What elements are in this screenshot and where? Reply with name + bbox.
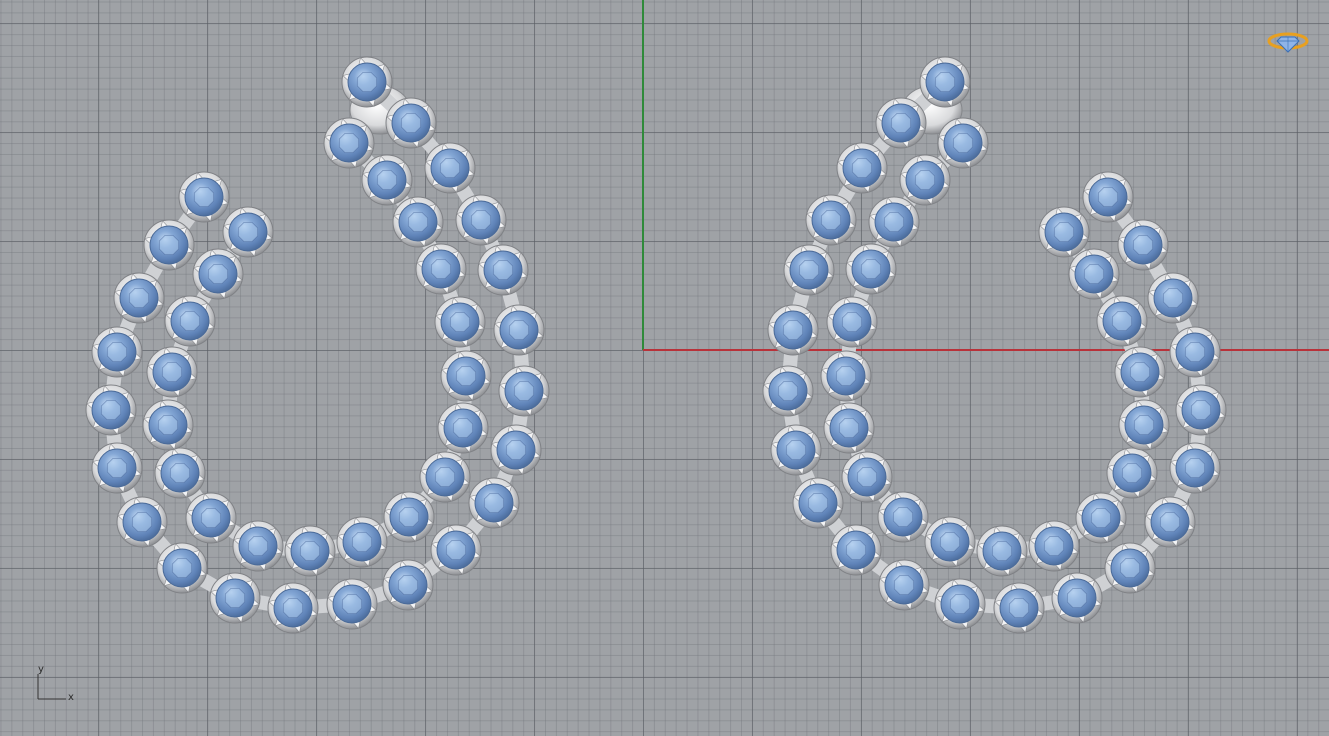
gem-setting [146, 346, 198, 398]
gem-setting [336, 516, 388, 568]
gem-setting [91, 442, 143, 494]
gem-setting [877, 491, 929, 543]
gem-setting [1117, 219, 1169, 271]
ring-diamond-icon[interactable] [1266, 28, 1310, 54]
gem-setting [419, 451, 471, 503]
gem-setting [498, 365, 550, 417]
gem-setting [919, 56, 971, 108]
gem-setting [434, 296, 486, 348]
gem-setting [924, 516, 976, 568]
gem-setting [326, 578, 378, 630]
gem-setting [284, 525, 336, 577]
gem-settings [85, 56, 1227, 634]
gem-setting [993, 582, 1045, 634]
gem-setting [805, 194, 857, 246]
gem-setting [341, 56, 393, 108]
gem-setting [899, 154, 951, 206]
gem-setting [361, 154, 413, 206]
gem-setting [762, 365, 814, 417]
gem-setting [232, 520, 284, 572]
gem-setting [820, 350, 872, 402]
gem-setting [382, 559, 434, 611]
gem-setting [1096, 295, 1148, 347]
gem-setting [143, 219, 195, 271]
gem-setting [937, 117, 989, 169]
gem-setting [430, 524, 482, 576]
axis-indicator-icon [37, 674, 66, 700]
gem-setting [1082, 171, 1134, 223]
gem-setting [437, 402, 489, 454]
gem-setting [209, 572, 261, 624]
gem-setting [845, 243, 897, 295]
gem-setting [154, 447, 206, 499]
gem-setting [875, 97, 927, 149]
gem-setting [440, 350, 492, 402]
gem-setting [116, 496, 168, 548]
gem-setting [468, 477, 520, 529]
gem-setting [85, 384, 137, 436]
gem-setting [1106, 447, 1158, 499]
gem-setting [836, 142, 888, 194]
gem-setting [823, 402, 875, 454]
gem-setting [185, 492, 237, 544]
gem-setting [976, 525, 1028, 577]
gem-setting [267, 582, 319, 634]
gem-setting [868, 196, 920, 248]
gem-setting [1038, 206, 1090, 258]
gem-setting [164, 295, 216, 347]
gem-setting [878, 559, 930, 611]
gem-setting [1068, 248, 1120, 300]
gem-setting [1118, 399, 1170, 451]
gem-setting [841, 451, 893, 503]
gem-setting [830, 524, 882, 576]
gem-setting [383, 491, 435, 543]
gem-setting [1147, 272, 1199, 324]
gem-setting [1051, 572, 1103, 624]
gem-setting [156, 542, 208, 594]
gem-setting [178, 171, 230, 223]
gem-setting [192, 248, 244, 300]
gem-setting [767, 304, 819, 356]
gem-setting [222, 206, 274, 258]
gem-setting [415, 243, 467, 295]
gem-setting [493, 304, 545, 356]
gem-setting [477, 244, 529, 296]
gem-setting [792, 477, 844, 529]
gem-setting [142, 399, 194, 451]
gem-setting [1114, 346, 1166, 398]
gem-setting [1028, 520, 1080, 572]
gem-setting [113, 272, 165, 324]
gem-setting [1175, 384, 1227, 436]
gem-setting [783, 244, 835, 296]
gem-setting [91, 326, 143, 378]
gem-setting [490, 424, 542, 476]
gem-setting [1169, 326, 1221, 378]
gem-setting [1144, 496, 1196, 548]
top-viewport[interactable]: y x [0, 0, 1329, 736]
gem-setting [1075, 492, 1127, 544]
gem-setting [323, 117, 375, 169]
gem-setting [392, 196, 444, 248]
gem-setting [424, 142, 476, 194]
gem-setting [934, 578, 986, 630]
gem-setting [1104, 542, 1156, 594]
gem-setting [455, 194, 507, 246]
gem-setting [826, 296, 878, 348]
gem-setting [1169, 442, 1221, 494]
jewelry-model[interactable] [0, 0, 1329, 736]
gem-setting [385, 97, 437, 149]
gem-setting [770, 424, 822, 476]
